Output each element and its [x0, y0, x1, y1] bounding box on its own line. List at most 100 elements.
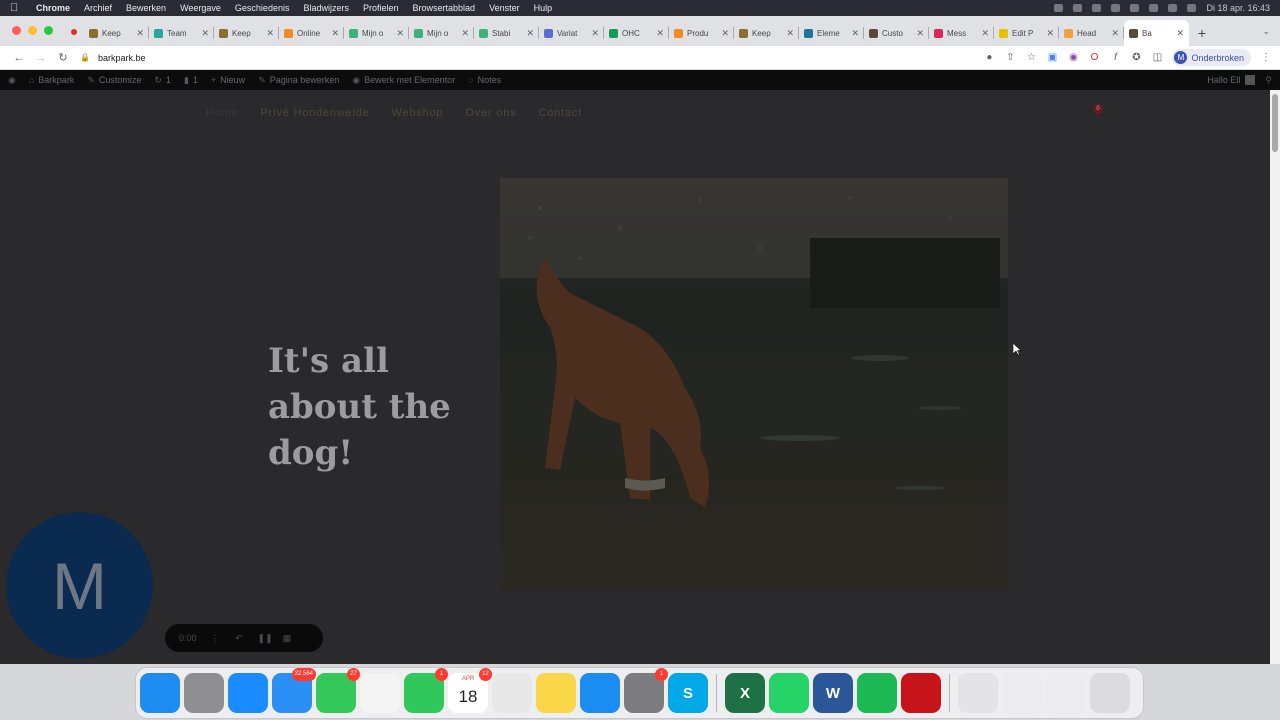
file-1-icon[interactable] — [958, 673, 998, 713]
browser-tab[interactable]: Keep ✕ — [734, 20, 799, 46]
file-3-icon[interactable] — [1046, 673, 1086, 713]
tab-close-icon[interactable]: ✕ — [591, 28, 599, 39]
menu-browsertabblad[interactable]: Browsertabblad — [413, 3, 476, 13]
menu-weergave[interactable]: Weergave — [180, 3, 221, 13]
browser-tab[interactable]: Stabi ✕ — [474, 20, 539, 46]
close-window-button[interactable] — [12, 26, 21, 35]
admin-bar-notes[interactable]: ○ Notes — [468, 75, 501, 85]
browser-tab[interactable]: Edit P ✕ — [994, 20, 1059, 46]
lock-icon[interactable]: 🔒 — [80, 53, 90, 62]
scrollbar-thumb[interactable] — [1272, 94, 1278, 152]
side-panel-icon[interactable]: ◫ — [1151, 52, 1163, 64]
launchpad-icon[interactable] — [184, 673, 224, 713]
browser-tab[interactable]: Custo ✕ — [864, 20, 929, 46]
skype-icon[interactable]: S — [668, 673, 708, 713]
menu-app[interactable]: Chrome — [36, 3, 70, 13]
profile-chip[interactable]: M Onderbroken — [1172, 49, 1251, 66]
tab-search-icon[interactable]: ⌄ — [1262, 26, 1270, 37]
cart-badge[interactable]: 0 — [1093, 104, 1103, 114]
whatsapp-icon[interactable] — [769, 673, 809, 713]
browser-tab[interactable]: Eleme ✕ — [799, 20, 864, 46]
tab-close-icon[interactable]: ✕ — [1046, 28, 1054, 39]
puzzle-extensions-icon[interactable]: ✪ — [1130, 52, 1142, 64]
excel-icon[interactable]: X — [725, 673, 765, 713]
tab-close-icon[interactable]: ✕ — [1176, 28, 1184, 39]
restart-icon[interactable]: ↶ — [234, 633, 245, 644]
admin-bar-elementor[interactable]: ◉ Bewerk met Elementor — [352, 75, 455, 86]
extension-icon[interactable]: ▣ — [1046, 52, 1058, 64]
browser-tab[interactable]: Head ✕ — [1059, 20, 1124, 46]
bookmark-star-icon[interactable]: ☆ — [1025, 52, 1037, 64]
tab-close-icon[interactable]: ✕ — [396, 28, 404, 39]
spotlight-search-icon[interactable] — [1149, 4, 1159, 12]
tab-close-icon[interactable]: ✕ — [981, 28, 989, 39]
messages-icon[interactable]: 27 — [316, 668, 360, 713]
search-icon[interactable]: ⚲ — [1265, 75, 1272, 86]
admin-bar-comments[interactable]: ▮ 1 — [184, 75, 198, 86]
grid-icon[interactable]: ⋮ — [210, 633, 221, 644]
acrobat-icon[interactable] — [901, 673, 941, 713]
browser-tab[interactable]: Variat ✕ — [539, 20, 604, 46]
menu-venster[interactable]: Venster — [489, 3, 520, 13]
status-icon[interactable] — [1073, 4, 1083, 12]
tab-close-icon[interactable]: ✕ — [136, 28, 144, 39]
new-tab-button[interactable]: + — [1189, 20, 1215, 46]
menu-bladwijzers[interactable]: Bladwijzers — [303, 3, 349, 13]
address-url[interactable]: barkpark.be — [98, 53, 146, 63]
system-settings-icon[interactable]: 1 — [624, 668, 668, 713]
tab-close-icon[interactable]: ✕ — [1111, 28, 1119, 39]
pause-icon[interactable]: ❚❚ — [258, 633, 273, 644]
menu-profielen[interactable]: Profielen — [363, 3, 399, 13]
wordpress-logo-icon[interactable]: ◉ — [8, 75, 16, 86]
admin-bar-updates[interactable]: ↻ 1 — [154, 75, 171, 86]
nav-home[interactable]: Home — [206, 107, 239, 119]
menubar-clock[interactable]: Di 18 apr. 16:43 — [1206, 3, 1270, 13]
nav-over-ons[interactable]: Over ons — [465, 107, 516, 119]
trash-icon[interactable] — [1090, 673, 1130, 713]
browser-tab[interactable]: Keep ✕ — [84, 20, 149, 46]
share-icon[interactable]: ⇧ — [1004, 52, 1016, 64]
tab-close-icon[interactable]: ✕ — [656, 28, 664, 39]
app-store-icon[interactable] — [580, 673, 620, 713]
fullscreen-window-button[interactable] — [44, 26, 53, 35]
browser-tab[interactable]: Keep ✕ — [214, 20, 279, 46]
nav-webshop[interactable]: Webshop — [392, 107, 444, 119]
battery-icon[interactable] — [1111, 4, 1121, 12]
control-center-icon[interactable] — [1168, 4, 1178, 12]
admin-bar-account[interactable]: Hallo Ell — [1207, 75, 1256, 85]
tab-close-icon[interactable]: ✕ — [266, 28, 274, 39]
tab-close-icon[interactable]: ✕ — [721, 28, 729, 39]
back-button[interactable]: ← — [8, 52, 30, 64]
trash-icon[interactable]: ▦ — [282, 633, 293, 644]
chrome-icon[interactable] — [492, 673, 532, 713]
tab-close-icon[interactable]: ✕ — [461, 28, 469, 39]
browser-tab[interactable]: Mijn o ✕ — [344, 20, 409, 46]
admin-bar-customize[interactable]: ✎ Customize — [87, 75, 141, 86]
tab-close-icon[interactable]: ✕ — [526, 28, 534, 39]
facetime-icon[interactable]: 1 — [404, 668, 448, 713]
apple-icon[interactable]:  — [10, 2, 22, 14]
camera-bubble[interactable]: M — [6, 512, 153, 659]
browser-tab[interactable]: Mijn o ✕ — [409, 20, 474, 46]
tab-close-icon[interactable]: ✕ — [786, 28, 794, 39]
calendar-icon[interactable]: APR 18 12 — [448, 668, 492, 713]
browser-tab[interactable]: Online ✕ — [279, 20, 344, 46]
tab-close-icon[interactable]: ✕ — [331, 28, 339, 39]
photos-icon[interactable] — [360, 673, 400, 713]
browser-tab[interactable]: Produ ✕ — [669, 20, 734, 46]
file-2-icon[interactable] — [1002, 673, 1042, 713]
menu-hulp[interactable]: Hulp — [534, 3, 553, 13]
spotify-icon[interactable] — [857, 673, 897, 713]
browser-tab[interactable]: Mess ✕ — [929, 20, 994, 46]
tab-close-icon[interactable]: ✕ — [916, 28, 924, 39]
menu-bewerken[interactable]: Bewerken — [126, 3, 166, 13]
browser-tab[interactable]: OHC ✕ — [604, 20, 669, 46]
formula-extension-icon[interactable]: f — [1109, 52, 1121, 64]
address-bar[interactable]: 🔒 barkpark.be — [80, 48, 980, 67]
browser-tab[interactable]: Ba ✕ — [1124, 20, 1189, 46]
microphone-icon[interactable]: ● — [983, 52, 995, 64]
finder-icon[interactable] — [140, 673, 180, 713]
tab-close-icon[interactable]: ✕ — [851, 28, 859, 39]
forward-button[interactable]: → — [30, 52, 52, 64]
minimize-window-button[interactable] — [28, 26, 37, 35]
